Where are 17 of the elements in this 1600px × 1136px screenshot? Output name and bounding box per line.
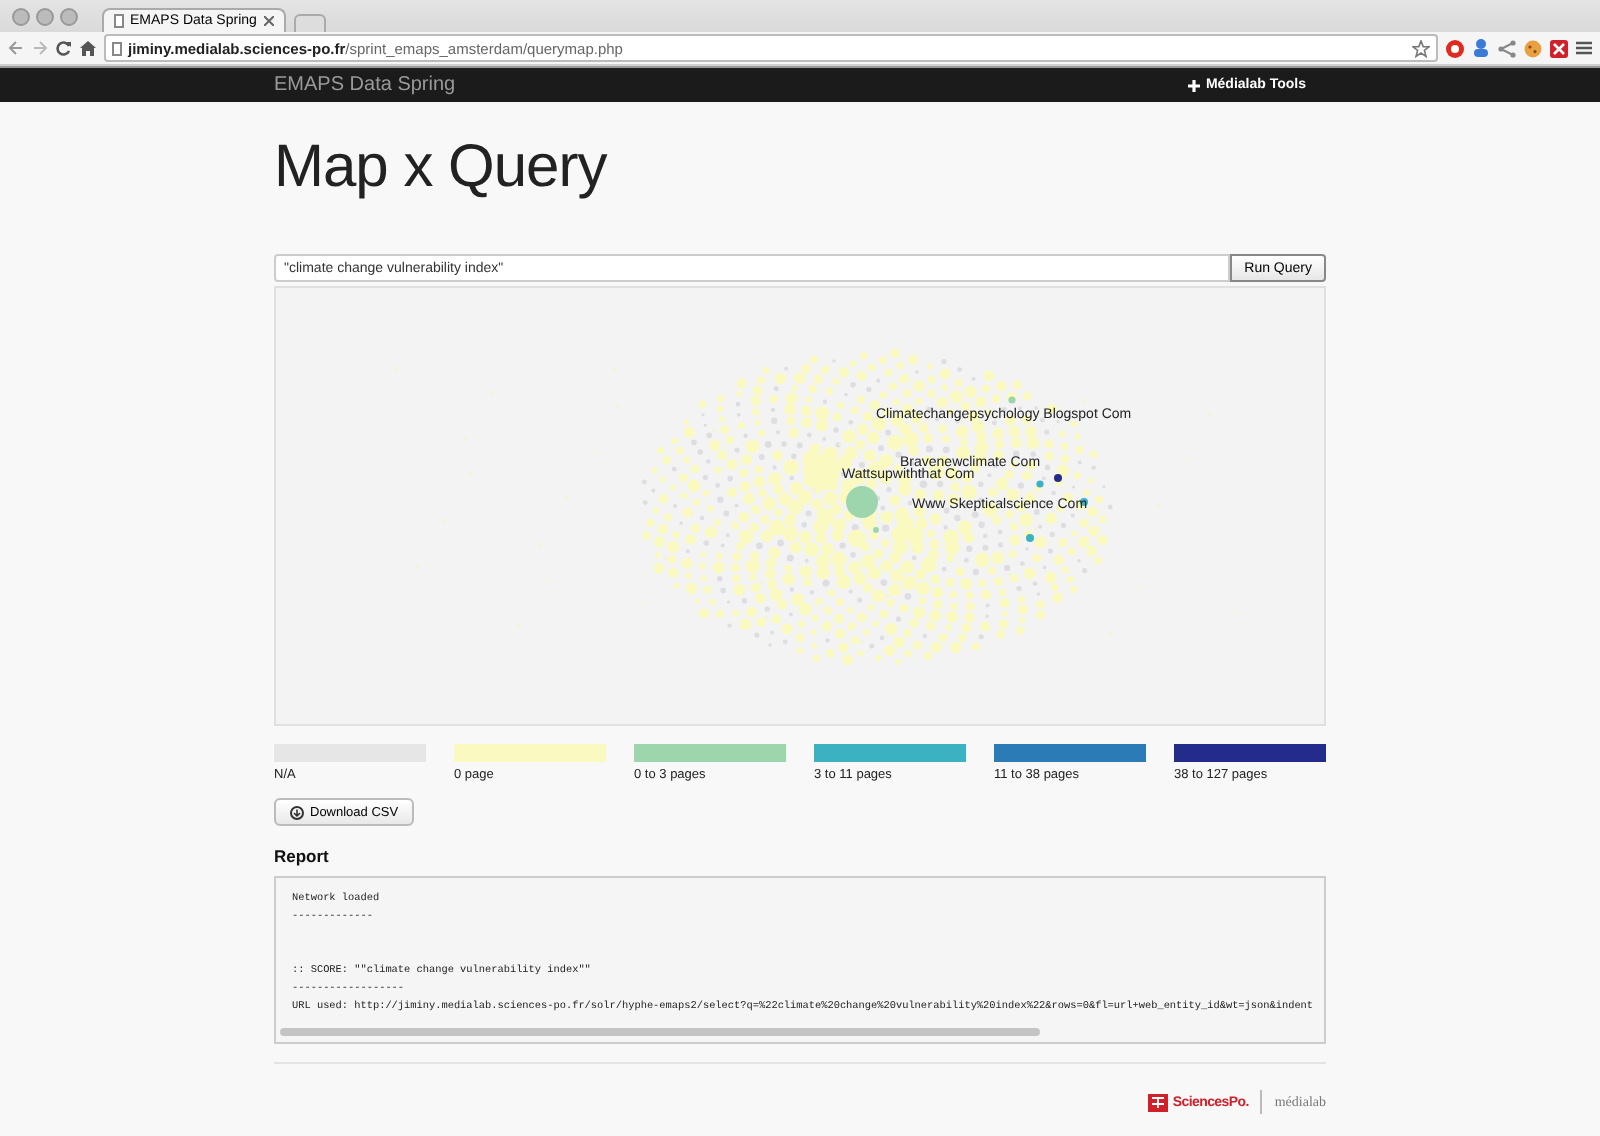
- navbar-brand[interactable]: EMAPS Data Spring: [274, 74, 456, 96]
- close-icon[interactable]: [264, 16, 274, 26]
- reload-icon[interactable]: [56, 40, 72, 56]
- stop-sign-icon[interactable]: [1446, 39, 1464, 57]
- plus-icon: [1187, 79, 1200, 91]
- menu-icon[interactable]: [1576, 40, 1592, 56]
- home-icon[interactable]: [80, 40, 96, 56]
- logo-mark-icon: [1148, 1093, 1169, 1111]
- download-icon: [290, 805, 304, 819]
- person-icon[interactable]: [1472, 38, 1490, 58]
- cookie-icon[interactable]: [1524, 39, 1542, 57]
- page-title: Map x Query: [274, 132, 610, 204]
- back-icon[interactable]: [8, 40, 24, 56]
- star-icon[interactable]: [1412, 39, 1430, 57]
- scrollbar-thumb[interactable]: [280, 1028, 1040, 1036]
- share-icon[interactable]: [1498, 39, 1516, 57]
- report-heading: Report: [274, 846, 331, 866]
